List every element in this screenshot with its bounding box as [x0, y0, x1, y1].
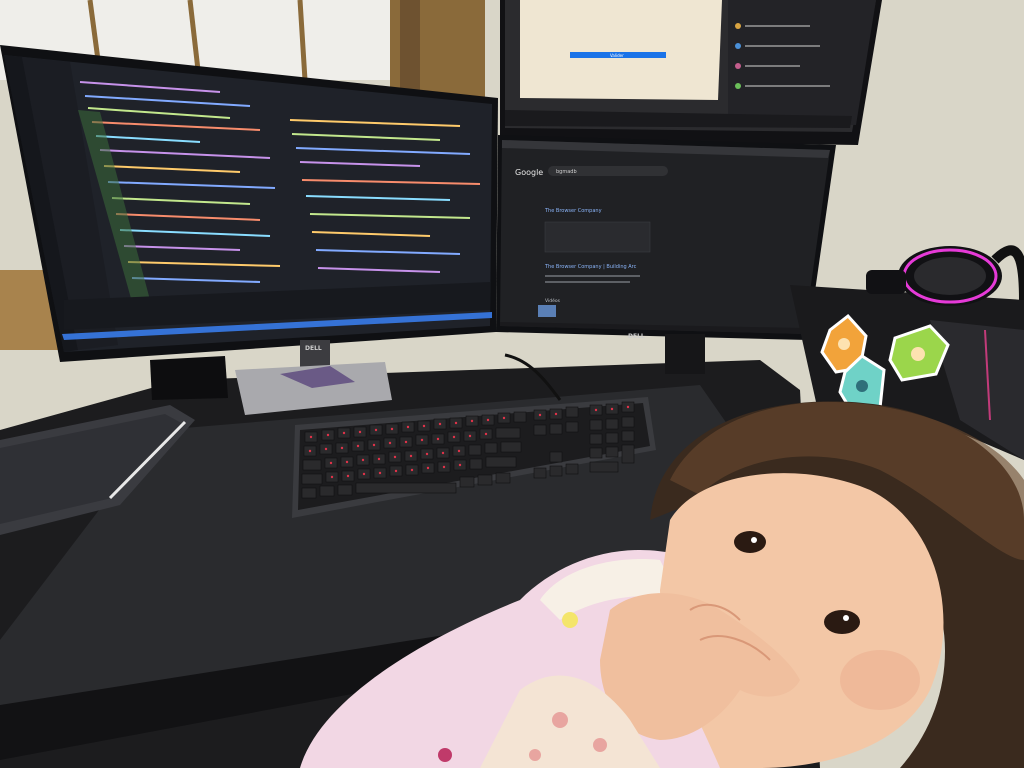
monitor-right-brand: DELL — [628, 333, 645, 340]
result-title-2: The Browser Company | Building Arc — [544, 264, 637, 270]
right-eye — [824, 610, 860, 634]
monitor-top: Valider — [500, 0, 882, 145]
search-query: bgmadb — [556, 169, 577, 175]
result-card — [544, 221, 651, 253]
video-thumb — [538, 305, 556, 317]
video-label: Vidéos — [545, 297, 561, 304]
monitor-left-brand: DELL — [305, 345, 322, 352]
google-logo: Google — [515, 168, 543, 177]
desk-setup-photo: DELL Valider Google bgmadb The Browser C… — [0, 0, 1024, 768]
left-eye — [734, 531, 766, 553]
result-heading: The Browser Company — [544, 208, 602, 214]
top-monitor-button: Valider — [610, 53, 624, 58]
